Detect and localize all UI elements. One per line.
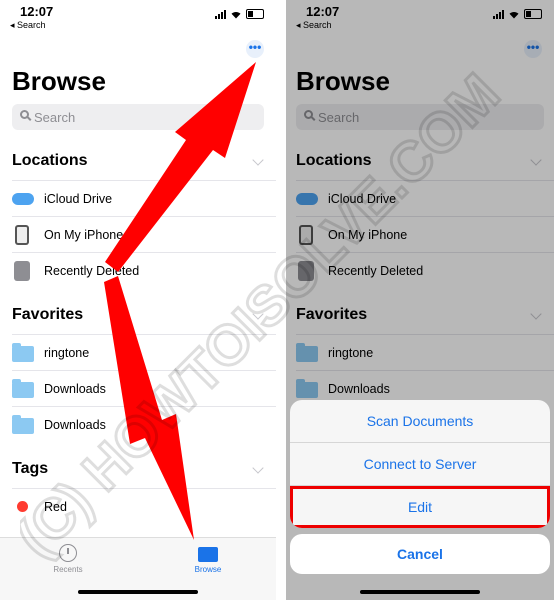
tab-browse[interactable]: Browse <box>168 544 248 574</box>
location-item-iphone[interactable]: On My iPhone <box>12 216 276 253</box>
icloud-icon <box>12 193 34 205</box>
section-favorites: Favorites <box>12 306 84 323</box>
signal-icon <box>215 9 226 19</box>
chevron-down-icon[interactable] <box>252 462 264 474</box>
panel-divider <box>276 0 286 600</box>
iphone-icon <box>15 225 29 245</box>
home-indicator <box>78 590 198 594</box>
red-tag-dot-icon <box>17 501 28 512</box>
tab-recents[interactable]: Recents <box>28 544 108 574</box>
trash-icon <box>14 261 30 281</box>
list-item-label: On My iPhone <box>44 228 124 242</box>
search-placeholder: Search <box>34 110 76 125</box>
status-icons <box>215 9 264 19</box>
list-item-label: ringtone <box>44 346 90 360</box>
home-indicator <box>360 590 480 594</box>
folder-icon <box>12 415 34 434</box>
connect-to-server-button[interactable]: Connect to Server <box>290 443 550 486</box>
chevron-down-icon[interactable] <box>252 154 264 166</box>
list-item-label: Recently Deleted <box>44 264 140 278</box>
page-title: Browse <box>12 66 106 96</box>
location-item-icloud[interactable]: iCloud Drive <box>12 180 276 217</box>
edit-button[interactable]: Edit <box>290 486 550 528</box>
favorite-item-downloads[interactable]: Downloads <box>12 370 276 407</box>
battery-icon <box>246 9 264 19</box>
more-options-button[interactable]: ••• <box>246 40 264 58</box>
section-tags: Tags <box>12 460 49 477</box>
chevron-down-icon[interactable] <box>252 308 264 320</box>
files-browse-screen: 12:07 ◂ Search ••• Browse Search Locatio… <box>0 0 276 600</box>
search-input[interactable]: Search <box>12 104 264 130</box>
list-item-label: Downloads <box>44 382 106 396</box>
list-item-label: Downloads <box>44 418 106 432</box>
folder-icon <box>12 343 34 362</box>
tab-bar: Recents Browse <box>0 537 276 600</box>
clock-icon <box>59 544 77 562</box>
tab-label: Recents <box>53 565 83 574</box>
wifi-icon <box>231 11 241 18</box>
list-item-label: Red <box>44 500 67 514</box>
status-time: 12:07 <box>20 4 54 19</box>
section-locations: Locations <box>12 152 88 169</box>
folder-icon <box>12 379 34 398</box>
back-to-search-link[interactable]: ◂ Search <box>10 20 46 31</box>
favorite-item-ringtone[interactable]: ringtone <box>12 334 276 371</box>
folder-icon <box>198 547 218 562</box>
tab-label: Browse <box>194 565 222 574</box>
status-bar: 12:07 ◂ Search <box>0 0 276 34</box>
scan-documents-button[interactable]: Scan Documents <box>290 400 550 443</box>
location-item-recently-deleted[interactable]: Recently Deleted <box>12 252 276 289</box>
files-browse-action-sheet-screen: 12:07 ◂ Search ••• Browse Search Locatio… <box>286 0 554 600</box>
tag-item-red[interactable]: Red <box>12 488 276 525</box>
favorite-item-downloads-2[interactable]: Downloads <box>12 406 276 443</box>
search-icon <box>20 110 29 119</box>
list-item-label: iCloud Drive <box>44 192 113 206</box>
cancel-button[interactable]: Cancel <box>290 534 550 574</box>
action-sheet: Scan Documents Connect to Server Edit <box>290 400 550 528</box>
